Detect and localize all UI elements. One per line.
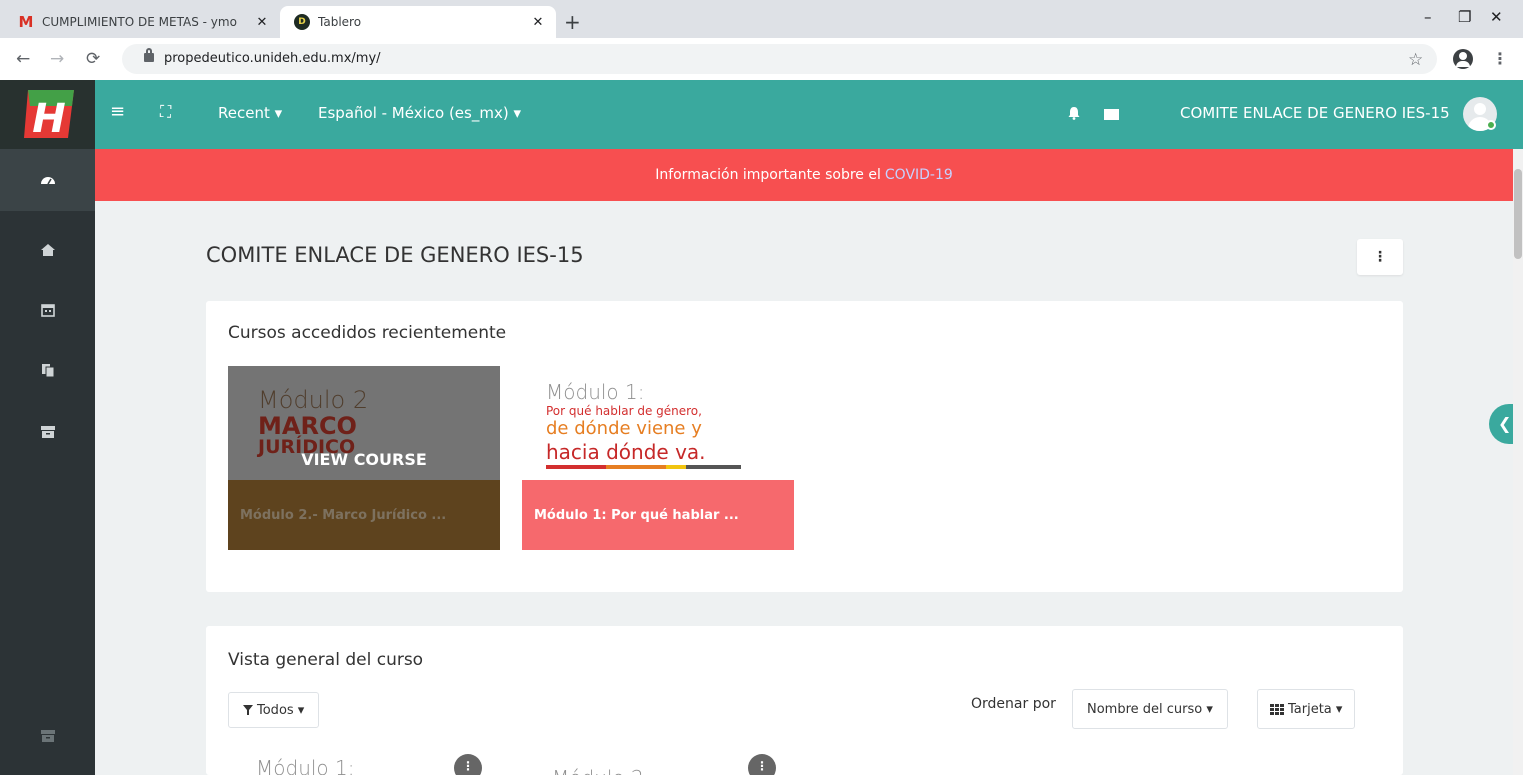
dashboard-gauge-icon [40, 177, 55, 185]
browser-tab-bar: M CUMPLIMIENTO DE METAS - ymo ✕ D Tabler… [0, 0, 1523, 38]
site-navbar: H ≡ ⛶ Recent ▾ Español - México (es_mx) … [0, 80, 1523, 149]
sidebar-item-dashboard[interactable] [0, 149, 95, 211]
svg-text:H: H [32, 96, 65, 142]
tab-title: CUMPLIMIENTO DE METAS - ymo [42, 15, 237, 29]
sidebar-item-home[interactable] [0, 219, 95, 281]
profile-icon[interactable] [1453, 49, 1473, 69]
course-image-text: Módulo 1: [546, 380, 645, 404]
course-card-partial-text: Módulo 1: [256, 756, 355, 775]
minimize-icon[interactable]: – [1424, 8, 1432, 26]
sidebar-item-calendar[interactable] [0, 279, 95, 341]
course-image-text: hacia dónde va. [546, 440, 706, 464]
close-tab-icon[interactable]: ✕ [252, 15, 272, 30]
online-status-dot [1486, 120, 1496, 130]
sort-value: Nombre del curso ▾ [1087, 701, 1213, 717]
filter-value: Todos ▾ [257, 702, 305, 718]
browser-menu-icon[interactable]: ⋮ [1492, 49, 1508, 68]
site-logo[interactable]: H [0, 80, 95, 149]
recent-courses-block: Cursos accedidos recientemente Módulo 2 … [206, 301, 1403, 592]
site-favicon-icon: D [294, 14, 310, 30]
view-value: Tarjeta ▾ [1288, 701, 1343, 717]
close-tab-icon[interactable]: ✕ [528, 15, 548, 30]
url-input[interactable]: propedeutico.unideh.edu.mx/my/ [122, 44, 1437, 74]
course-menu-icon[interactable]: ⋮ [748, 754, 776, 775]
page-actions-menu-button[interactable]: ⋮ [1357, 239, 1403, 275]
sort-dropdown[interactable]: Nombre del curso ▾ [1072, 689, 1228, 729]
filter-dropdown[interactable]: Todos ▾ [228, 692, 320, 728]
view-course-button[interactable]: VIEW COURSE [228, 450, 500, 469]
alert-text: Información importante sobre el [655, 167, 881, 183]
browser-tab-gmail[interactable]: M CUMPLIMIENTO DE METAS - ymo ✕ [18, 6, 280, 38]
archive-icon [40, 426, 55, 438]
filter-funnel-icon [243, 705, 253, 715]
browser-address-bar: ← → ⟳ propedeutico.unideh.edu.mx/my/ [0, 38, 1523, 80]
sidebar-item-bottom-archive[interactable] [0, 705, 95, 767]
user-name[interactable]: COMITE ENLACE DE GENERO IES-15 [1180, 104, 1450, 122]
gmail-icon: M [18, 13, 34, 31]
new-tab-button[interactable]: + [564, 10, 581, 34]
files-icon [41, 364, 54, 378]
browser-tab-tablero[interactable]: D Tablero ✕ [280, 6, 556, 38]
sort-label: Ordenar por [971, 696, 1056, 712]
fullscreen-icon[interactable]: ⛶ [160, 102, 171, 122]
covid-link[interactable]: COVID-19 [885, 167, 953, 183]
page-title: COMITE ENLACE DE GENERO IES-15 [206, 243, 584, 267]
back-icon[interactable]: ← [16, 49, 30, 69]
page-scrollbar[interactable] [1513, 149, 1523, 775]
language-dropdown[interactable]: Español - México (es_mx) ▾ [318, 104, 521, 122]
course-menu-icon[interactable]: ⋮ [454, 754, 482, 775]
calendar-icon [40, 304, 55, 317]
covid-alert-banner: Información importante sobre el COVID-19 [95, 149, 1513, 201]
messages-envelope-icon[interactable] [1104, 109, 1119, 120]
lock-icon [144, 48, 154, 62]
block-title: Cursos accedidos recientemente [228, 323, 507, 343]
bookmark-star-icon[interactable]: ☆ [1408, 50, 1423, 70]
course-card-partial-text: Módulo 2 [552, 766, 644, 775]
menu-toggle-icon[interactable]: ≡ [110, 101, 125, 122]
nav-drawer [0, 149, 95, 775]
decorative-bar [546, 465, 741, 469]
tab-title: Tablero [318, 15, 362, 29]
home-icon [40, 244, 55, 256]
restore-icon[interactable]: ❐ [1458, 8, 1471, 26]
course-image-text: Por qué hablar de género, [546, 404, 702, 418]
recent-dropdown[interactable]: Recent ▾ [218, 104, 282, 122]
course-image-text: de dónde viene y [546, 418, 702, 439]
view-dropdown[interactable]: Tarjeta ▾ [1257, 689, 1356, 729]
archive-icon [40, 730, 55, 742]
close-window-icon[interactable]: ✕ [1490, 8, 1503, 26]
reload-icon[interactable]: ⟳ [86, 49, 100, 69]
notifications-bell-icon[interactable] [1067, 106, 1081, 120]
sidebar-item-private-files[interactable] [0, 339, 95, 401]
sidebar-item-courses[interactable] [0, 401, 95, 463]
logo-h-icon: H [24, 90, 74, 142]
chevron-left-icon: ❮ [1498, 414, 1512, 433]
course-card-modulo-1[interactable]: Módulo 1: Por qué hablar de género, de d… [522, 366, 794, 550]
url-text: propedeutico.unideh.edu.mx/my/ [164, 51, 381, 66]
block-title: Vista general del curso [228, 650, 424, 670]
course-card-modulo-2[interactable]: Módulo 2 MARCO JURÍDICO Módulo 2.- Marco… [228, 366, 500, 550]
course-overview-block: Vista general del curso Todos ▾ Ordenar … [206, 626, 1403, 775]
course-name[interactable]: Módulo 1: Por qué hablar ... [522, 480, 794, 550]
grid-view-icon [1270, 703, 1284, 715]
scrollbar-thumb[interactable] [1514, 169, 1522, 259]
forward-icon[interactable]: → [50, 49, 64, 69]
course-image: Módulo 1: Por qué hablar de género, de d… [522, 366, 794, 480]
